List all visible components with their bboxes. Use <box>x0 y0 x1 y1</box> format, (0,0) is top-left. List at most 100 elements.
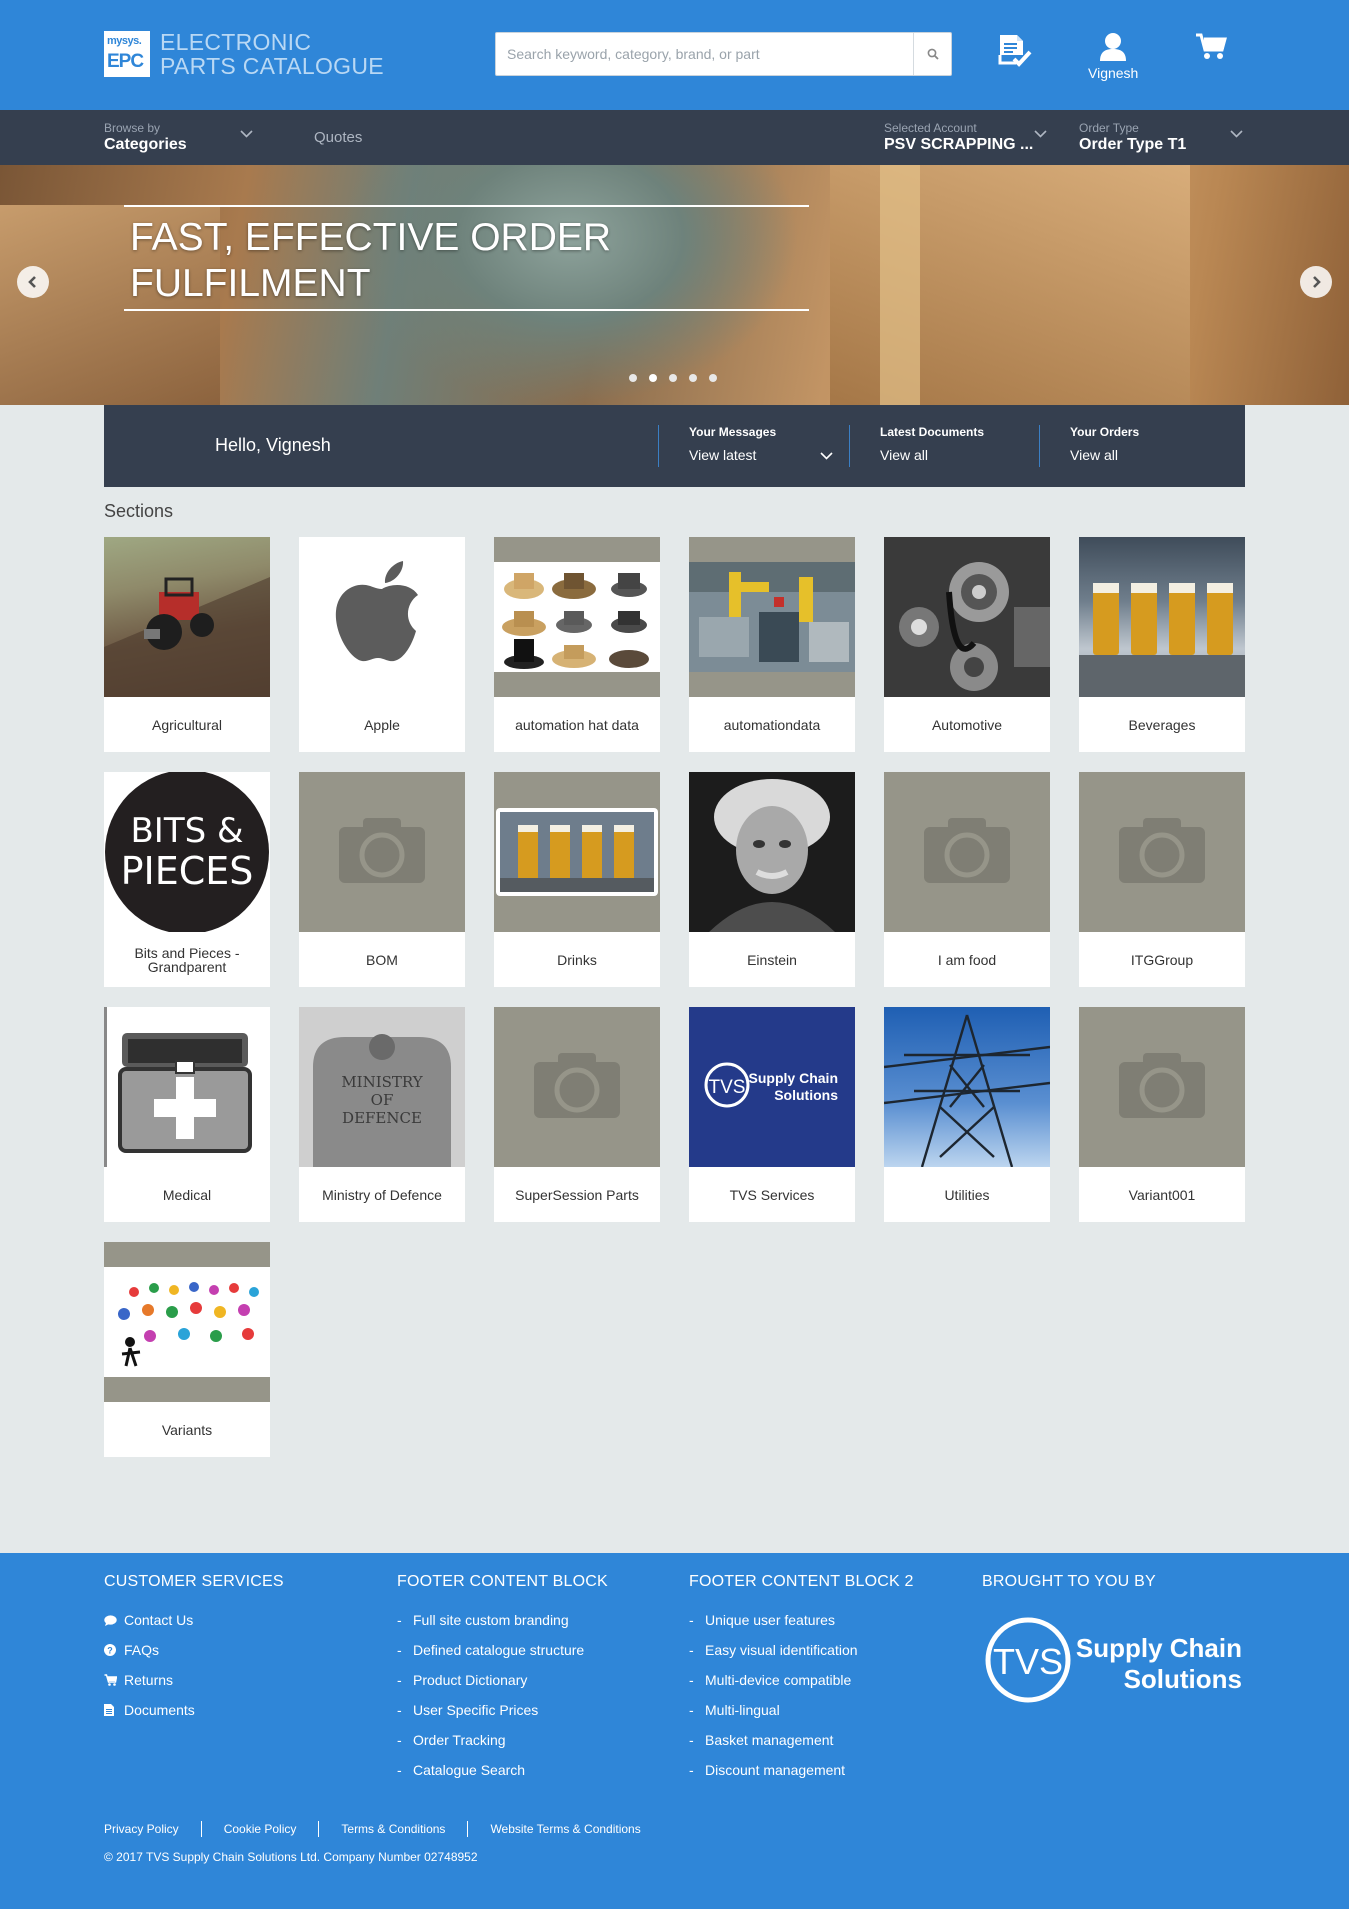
carousel-dot[interactable] <box>629 374 637 382</box>
section-tile-automationdata[interactable]: automationdata <box>689 537 855 752</box>
bits-and-pieces-graphic: BITS & PIECES <box>105 772 269 932</box>
account-header-button[interactable]: Vignesh <box>1088 32 1138 81</box>
footer-brought-by: BROUGHT TO YOU BY TVS Supply Chain Solut… <box>982 1573 1246 1724</box>
footer-link-label: Documents <box>124 1702 195 1718</box>
orders-panel[interactable]: Your Orders View all <box>1039 425 1229 467</box>
cart-header-button[interactable] <box>1195 32 1227 60</box>
footer-col-title: FOOTER CONTENT BLOCK 2 <box>689 1573 914 1590</box>
tractor-graphic <box>104 577 270 697</box>
apple-logo-image <box>299 537 465 697</box>
mod-text-line-2: OF <box>371 1091 394 1109</box>
search-input[interactable] <box>496 33 914 75</box>
quotes-header-button[interactable] <box>996 32 1034 70</box>
section-tile-i-am-food[interactable]: I am food <box>884 772 1050 987</box>
section-tile-automotive[interactable]: Automotive <box>884 537 1050 752</box>
messages-panel[interactable]: Your Messages View latest <box>658 425 848 467</box>
section-tile-label: Agricultural <box>151 716 223 733</box>
documents-panel[interactable]: Latest Documents View all <box>849 425 1039 467</box>
section-tile-automation-hat-data[interactable]: automation hat data <box>494 537 660 752</box>
section-tile-apple[interactable]: Apple <box>299 537 465 752</box>
carousel-dot[interactable] <box>669 374 677 382</box>
section-tile-drinks[interactable]: Drinks <box>494 772 660 987</box>
privacy-policy-link[interactable]: Privacy Policy <box>104 1821 201 1837</box>
footer-link-documents[interactable]: Documents <box>104 1695 284 1725</box>
banner-title-line-1: FAST, EFFECTIVE ORDER <box>130 216 612 259</box>
section-tile-supersession-parts[interactable]: SuperSession Parts <box>494 1007 660 1222</box>
logo-mark: mysys. EPC <box>104 31 150 77</box>
search-button[interactable] <box>913 33 951 75</box>
section-tile-label: Ministry of Defence <box>322 1186 442 1203</box>
footer-list-label: Order Tracking <box>413 1732 506 1748</box>
footer-content-block: FOOTER CONTENT BLOCK - Full site custom b… <box>397 1573 608 1785</box>
section-tile-ministry-of-defence[interactable]: MINISTRY OF DEFENCE Ministry of Defence <box>299 1007 465 1222</box>
section-tile-variant001[interactable]: Variant001 <box>1079 1007 1245 1222</box>
section-tile-einstein[interactable]: Einstein <box>689 772 855 987</box>
chevron-down-icon[interactable] <box>1230 130 1243 139</box>
terms-conditions-link[interactable]: Terms & Conditions <box>318 1821 467 1837</box>
welcome-bar: Hello, Vignesh Your Messages View latest… <box>104 405 1245 487</box>
orders-link[interactable]: View all <box>1070 447 1229 463</box>
tvs-brand-logo[interactable]: TVS Supply Chain Solutions <box>982 1605 1246 1719</box>
cart-icon <box>1196 33 1227 59</box>
figures-graphic <box>104 1267 270 1377</box>
camera-icon <box>339 818 425 883</box>
mod-text-line-1: MINISTRY <box>341 1073 423 1091</box>
arrow-right-icon <box>1313 276 1321 288</box>
section-tile-utilities[interactable]: Utilities <box>884 1007 1050 1222</box>
svg-text:?: ? <box>107 1646 113 1656</box>
footer-link-returns[interactable]: Returns <box>104 1665 284 1695</box>
footer-col-title: BROUGHT TO YOU BY <box>982 1573 1156 1590</box>
footer-list-label: Basket management <box>705 1732 834 1748</box>
section-tile-itggroup[interactable]: ITGGroup <box>1079 772 1245 987</box>
section-tile-beverages[interactable]: Beverages <box>1079 537 1245 752</box>
brand-mark-text: TVS <box>993 1641 1063 1682</box>
section-tile-medical[interactable]: Medical <box>104 1007 270 1222</box>
drinks-graphic <box>496 808 658 896</box>
footer-link-contact-us[interactable]: Contact Us <box>104 1605 284 1635</box>
carousel-prev-button[interactable] <box>17 266 49 298</box>
user-name-label: Vignesh <box>1088 65 1139 81</box>
footer-list-item: - Basket management <box>689 1725 914 1755</box>
chevron-down-icon[interactable] <box>820 452 833 461</box>
placeholder-image <box>1079 1007 1245 1167</box>
account-selector[interactable]: Selected Account PSV SCRAPPING ... <box>884 121 1033 154</box>
carousel-dot[interactable] <box>709 374 717 382</box>
browse-categories-dropdown[interactable]: Browse by Categories <box>104 121 187 154</box>
website-terms-link[interactable]: Website Terms & Conditions <box>467 1821 662 1837</box>
document-check-icon <box>998 35 1032 67</box>
carousel-next-button[interactable] <box>1300 266 1332 298</box>
documents-title: Latest Documents <box>880 425 985 439</box>
nav-quotes-link[interactable]: Quotes <box>314 129 362 146</box>
section-tile-variants[interactable]: Variants <box>104 1242 270 1457</box>
footer-link-faqs[interactable]: ? FAQs <box>104 1635 284 1665</box>
bits-text-line-1: BITS & <box>130 811 243 851</box>
question-icon: ? <box>104 1644 116 1656</box>
carousel-dot[interactable] <box>689 374 697 382</box>
section-tile-bom[interactable]: BOM <box>299 772 465 987</box>
portrait-graphic <box>709 779 835 932</box>
footer-list-item: - Full site custom branding <box>397 1605 608 1635</box>
sections-heading: Sections <box>104 501 174 521</box>
first-aid-image <box>104 1007 270 1167</box>
carousel-dot[interactable] <box>649 374 657 382</box>
main-nav: Browse by Categories Quotes Selected Acc… <box>0 110 1349 165</box>
section-tile-label: BOM <box>366 951 398 968</box>
footer-link-label: Returns <box>124 1672 174 1688</box>
brand-line-2: Solutions <box>1124 1664 1242 1694</box>
document-icon <box>104 1704 114 1716</box>
cookie-policy-link[interactable]: Cookie Policy <box>200 1821 319 1837</box>
section-tile-tvs-services[interactable]: TVS Supply Chain Solutions TVS Services <box>689 1007 855 1222</box>
footer-list-item: - Product Dictionary <box>397 1665 608 1695</box>
section-tile-agricultural[interactable]: Agricultural <box>104 537 270 752</box>
order-type-selector[interactable]: Order Type Order Type T1 <box>1079 121 1186 154</box>
footer-list-item: - Multi-lingual <box>689 1695 914 1725</box>
order-small-label: Order Type <box>1079 121 1139 135</box>
site-logo[interactable]: mysys. EPC ELECTRONIC PARTS CATALOGUE <box>104 30 384 78</box>
documents-link[interactable]: View all <box>880 447 1039 463</box>
chevron-down-icon[interactable] <box>240 130 253 139</box>
pylon-image <box>884 1007 1050 1167</box>
section-tile-bits-and-pieces[interactable]: BITS & PIECES Bits and Pieces - Grandpar… <box>104 772 270 987</box>
messages-title: Your Messages <box>689 425 777 439</box>
tvs-text-line-2: Solutions <box>774 1087 838 1103</box>
chevron-down-icon[interactable] <box>1034 130 1047 139</box>
